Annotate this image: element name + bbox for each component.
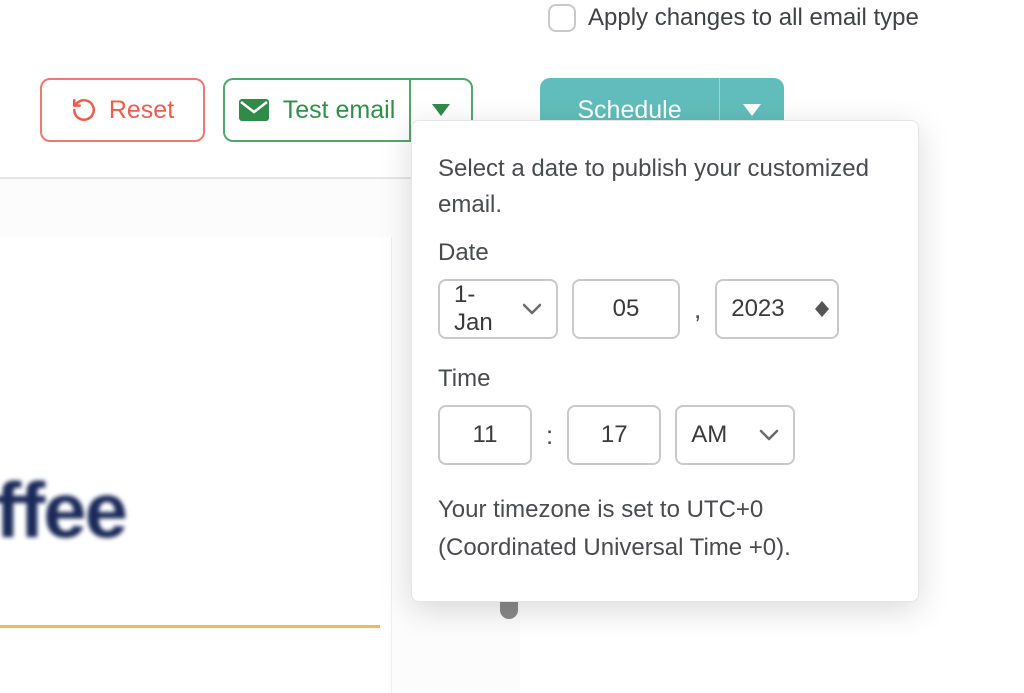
caret-down-icon: [743, 104, 761, 116]
day-value: 05: [613, 295, 640, 323]
chevron-down-icon: [759, 428, 779, 442]
colon-separator: :: [546, 420, 553, 451]
test-email-label: Test email: [283, 96, 396, 125]
test-email-button[interactable]: Test email: [223, 78, 409, 142]
month-value: 1-Jan: [454, 281, 512, 337]
stepper-icon: [815, 301, 829, 317]
ampm-select[interactable]: AM: [675, 405, 795, 465]
ampm-value: AM: [691, 421, 727, 449]
hour-value: 11: [473, 421, 498, 449]
logo-underline: [0, 625, 380, 628]
comma-separator: ,: [694, 294, 701, 325]
date-row: 1-Jan 05 , 2023: [438, 279, 892, 339]
headline-fragment: rder!: [0, 687, 39, 693]
year-value: 2023: [731, 295, 784, 323]
reset-icon: [71, 97, 97, 123]
reset-label: Reset: [109, 96, 174, 125]
chevron-down-icon: [522, 302, 542, 316]
apply-all-checkbox[interactable]: [548, 4, 576, 32]
popup-description: Select a date to publish your customized…: [438, 151, 892, 223]
logo-text-fragment: otoffee: [0, 465, 126, 556]
date-label: Date: [438, 239, 892, 267]
year-input[interactable]: 2023: [715, 279, 839, 339]
time-row: 11 : 17 AM: [438, 405, 892, 465]
apply-all-row: Apply changes to all email type: [548, 4, 919, 32]
day-input[interactable]: 05: [572, 279, 680, 339]
hour-input[interactable]: 11: [438, 405, 532, 465]
timezone-text: Your timezone is set to UTC+0 (Coordinat…: [438, 491, 892, 567]
apply-all-label: Apply changes to all email type: [588, 4, 919, 32]
reset-button[interactable]: Reset: [40, 78, 205, 142]
schedule-popup: Select a date to publish your customized…: [411, 120, 919, 602]
minute-value: 17: [601, 421, 628, 449]
minute-input[interactable]: 17: [567, 405, 661, 465]
time-label: Time: [438, 365, 892, 393]
envelope-icon: [239, 99, 269, 121]
month-select[interactable]: 1-Jan: [438, 279, 558, 339]
caret-down-icon: [432, 104, 450, 116]
